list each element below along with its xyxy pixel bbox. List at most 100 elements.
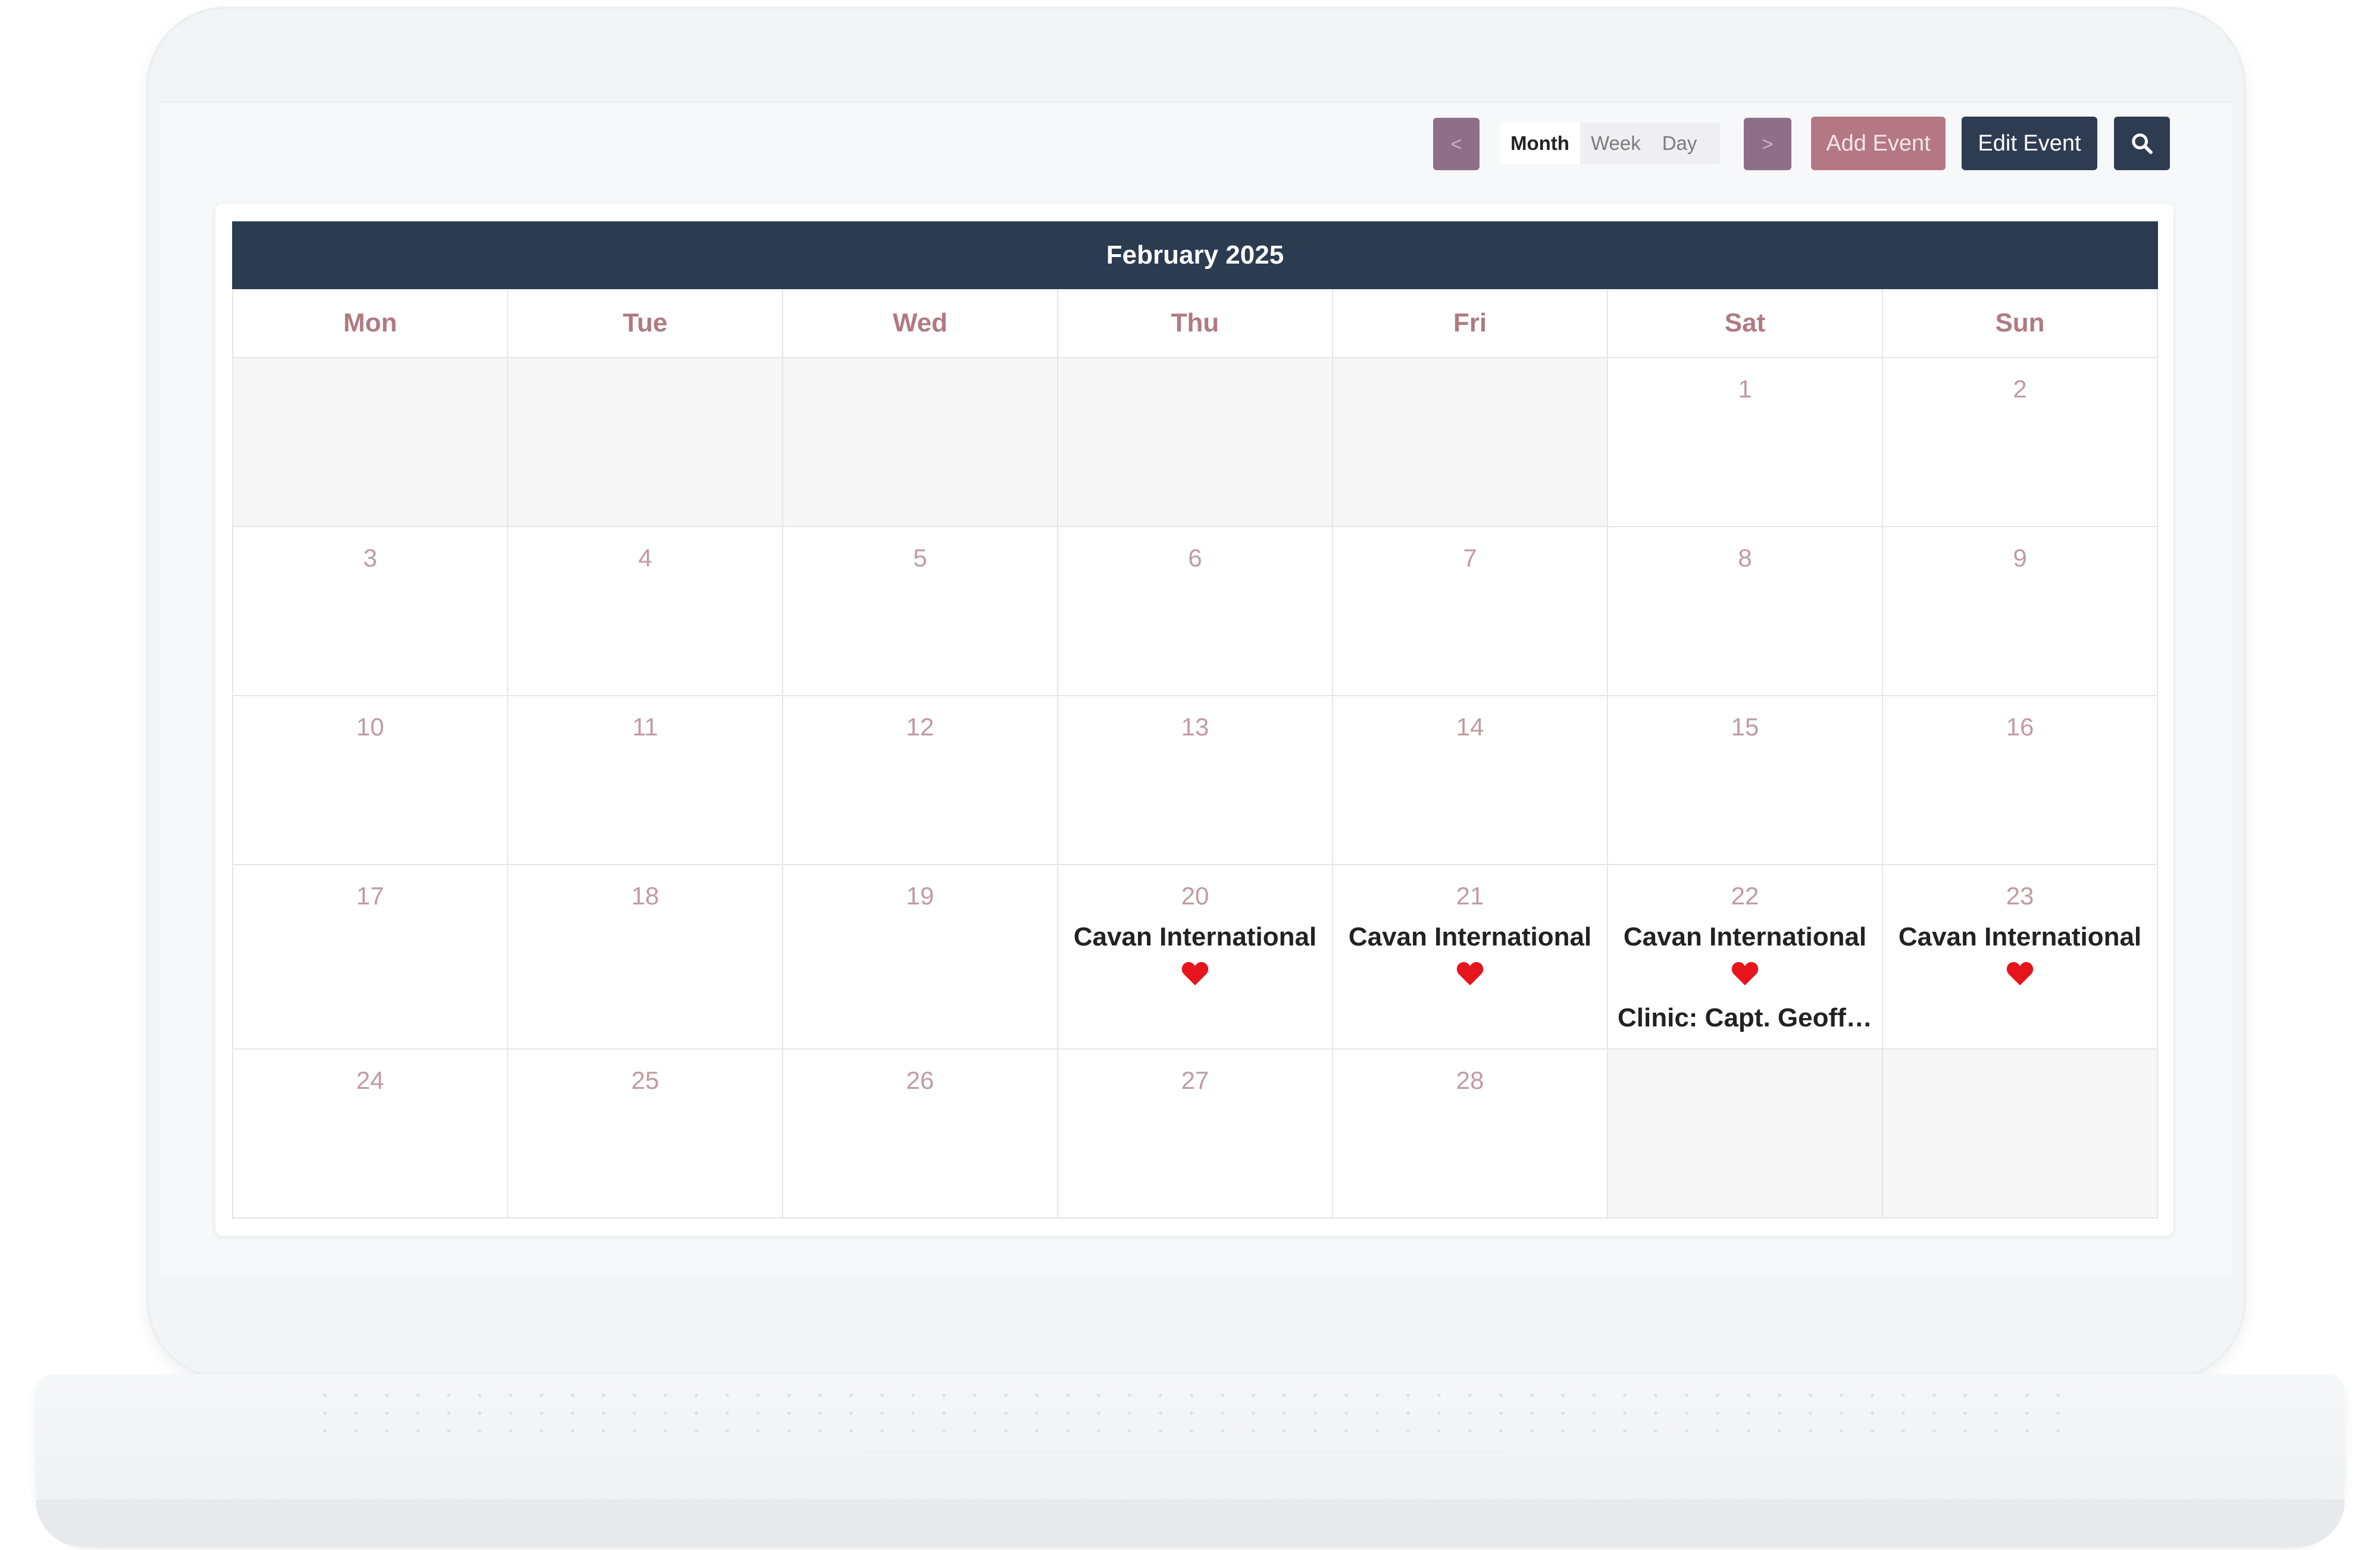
day-cell-empty <box>1333 358 1608 527</box>
day-cell[interactable]: 16 <box>1883 696 2158 865</box>
day-cell[interactable]: 3 <box>233 527 508 696</box>
day-cell-empty <box>508 358 783 527</box>
week-row: 10 11 12 13 14 15 16 <box>232 696 2158 865</box>
heart-icon <box>2006 962 2034 985</box>
event-title[interactable]: Cavan International <box>1883 922 2157 952</box>
view-day-button[interactable]: Day <box>1652 123 1708 164</box>
day-cell[interactable]: 13 <box>1058 696 1333 865</box>
event-title[interactable]: Clinic: Capt. Geoff C... <box>1608 1003 1882 1033</box>
laptop-base-lip <box>36 1499 2345 1547</box>
day-number: 7 <box>1463 544 1477 572</box>
heart-icon <box>1456 962 1484 985</box>
weekday-label: Tue <box>508 289 783 358</box>
week-row: 17 18 19 20 Cavan International 21 Cavan Inter… <box>232 865 2158 1050</box>
day-number: 17 <box>356 882 384 910</box>
day-number: 8 <box>1738 544 1752 572</box>
day-number: 5 <box>913 544 927 572</box>
day-cell-empty <box>783 358 1058 527</box>
day-number: 10 <box>356 713 384 741</box>
day-cell[interactable]: 24 <box>233 1050 508 1219</box>
day-number: 16 <box>2006 713 2034 741</box>
day-cell[interactable]: 15 <box>1608 696 1883 865</box>
day-number: 13 <box>1181 713 1209 741</box>
weekday-label: Sat <box>1608 289 1883 358</box>
day-number: 25 <box>631 1066 659 1094</box>
day-cell[interactable]: 18 <box>508 865 783 1050</box>
weekday-header-row: Mon Tue Wed Thu Fri Sat Sun <box>232 289 2158 358</box>
day-cell[interactable]: 6 <box>1058 527 1333 696</box>
view-month-button[interactable]: Month <box>1500 123 1580 164</box>
weekday-label: Thu <box>1058 289 1333 358</box>
day-number: 2 <box>2013 375 2027 403</box>
day-cell-empty <box>233 358 508 527</box>
day-cell[interactable]: 22 Cavan International Clinic: Capt. Geoff… <box>1608 865 1883 1050</box>
week-row: 12 <box>232 358 2158 527</box>
day-cell[interactable]: 19 <box>783 865 1058 1050</box>
search-button[interactable] <box>2114 117 2170 170</box>
day-cell[interactable]: 26 <box>783 1050 1058 1219</box>
day-cell[interactable]: 21 Cavan International <box>1333 865 1608 1050</box>
day-cell-empty <box>1608 1050 1883 1219</box>
day-cell[interactable]: 28 <box>1333 1050 1608 1219</box>
day-cell[interactable]: 4 <box>508 527 783 696</box>
day-cell[interactable]: 23 Cavan International <box>1883 865 2158 1050</box>
weekday-label: Wed <box>783 289 1058 358</box>
heart-icon <box>1181 962 1209 985</box>
day-number: 1 <box>1738 375 1752 403</box>
day-number: 9 <box>2013 544 2027 572</box>
view-week-button[interactable]: Week <box>1580 123 1652 164</box>
day-number: 28 <box>1456 1066 1484 1094</box>
day-cell[interactable]: 27 <box>1058 1050 1333 1219</box>
screen-divider <box>161 101 2232 103</box>
day-number: 4 <box>638 544 652 572</box>
day-cell[interactable]: 11 <box>508 696 783 865</box>
day-number: 11 <box>632 713 658 741</box>
day-cell[interactable]: 8 <box>1608 527 1883 696</box>
search-icon <box>2132 133 2153 154</box>
heart-icon <box>1731 962 1759 985</box>
day-number: 26 <box>906 1066 934 1094</box>
day-cell[interactable]: 10 <box>233 696 508 865</box>
day-number: 21 <box>1456 882 1484 910</box>
event-title[interactable]: Cavan International <box>1333 922 1607 952</box>
day-cell[interactable]: 14 <box>1333 696 1608 865</box>
week-row: 3 4 5 6 7 8 9 <box>232 527 2158 696</box>
laptop-keyboard <box>309 1386 2065 1440</box>
edit-event-button[interactable]: Edit Event <box>1962 117 2097 170</box>
day-cell-empty <box>1058 358 1333 527</box>
day-cell[interactable]: 5 <box>783 527 1058 696</box>
weekday-label: Sun <box>1883 289 2158 358</box>
day-cell[interactable]: 20 Cavan International <box>1058 865 1333 1050</box>
day-number: 24 <box>356 1066 384 1094</box>
day-number: 14 <box>1456 713 1484 741</box>
add-event-button[interactable]: Add Event <box>1811 117 1946 170</box>
laptop-trackpad <box>863 1452 1506 1501</box>
day-cell[interactable]: 25 <box>508 1050 783 1219</box>
day-number: 18 <box>631 882 659 910</box>
calendar-grid: 1 2 3 4 5 6 7 8 9 10 11 12 13 14 15 16 17 18 19 20 Cavan Int… <box>232 358 2158 1219</box>
day-cell[interactable]: 1 <box>1608 358 1883 527</box>
day-number: 19 <box>906 882 934 910</box>
day-number: 22 <box>1731 882 1759 910</box>
day-cell-empty <box>1883 1050 2158 1219</box>
day-cell[interactable]: 2 <box>1883 358 2158 527</box>
day-cell[interactable]: 9 <box>1883 527 2158 696</box>
day-number: 27 <box>1181 1066 1209 1094</box>
day-number: 6 <box>1188 544 1202 572</box>
day-number: 12 <box>906 713 934 741</box>
day-number: 15 <box>1731 713 1759 741</box>
event-title[interactable]: Cavan International <box>1058 922 1332 952</box>
month-calendar: February 2025 Mon Tue Wed Thu Fri Sat Sun 1234… <box>232 221 2158 1219</box>
view-switcher: Month Week Day <box>1500 123 1720 164</box>
weekday-label: Mon <box>233 289 508 358</box>
weekday-label: Fri <box>1333 289 1608 358</box>
day-number: 20 <box>1181 882 1209 910</box>
prev-month-button[interactable]: < <box>1433 118 1480 170</box>
day-cell[interactable]: 12 <box>783 696 1058 865</box>
day-cell[interactable]: 17 <box>233 865 508 1050</box>
event-title[interactable]: Cavan International <box>1608 922 1882 952</box>
month-title: February 2025 <box>232 221 2158 289</box>
next-month-button[interactable]: > <box>1744 118 1791 170</box>
day-number: 3 <box>363 544 377 572</box>
day-cell[interactable]: 7 <box>1333 527 1608 696</box>
